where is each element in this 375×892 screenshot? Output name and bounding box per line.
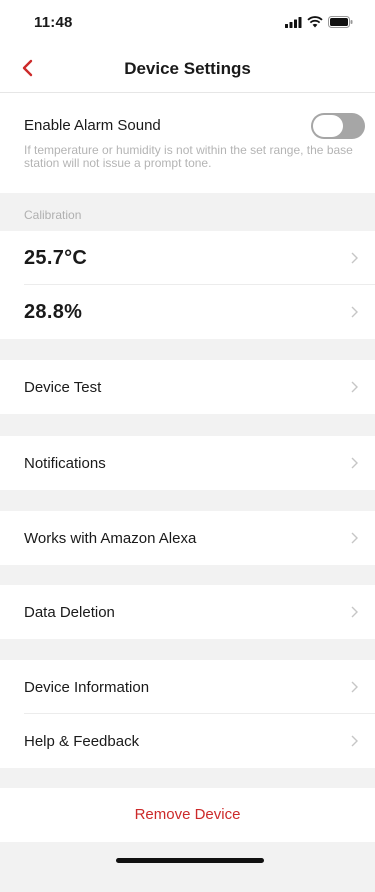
- chevron-right-icon: [351, 532, 358, 544]
- chevron-right-icon: [351, 681, 358, 693]
- chevron-right-icon: [351, 252, 358, 264]
- toggle-knob: [313, 115, 343, 137]
- alarm-sound-row: Enable Alarm Sound If temperature or hum…: [0, 93, 375, 193]
- battery-icon: [328, 16, 353, 28]
- data-deletion-label: Data Deletion: [24, 604, 115, 621]
- home-indicator: [116, 858, 264, 863]
- status-bar: 11:48: [0, 0, 375, 44]
- status-time: 11:48: [34, 14, 73, 31]
- humidity-value: 28.8%: [24, 301, 83, 323]
- device-test-label: Device Test: [24, 379, 102, 396]
- wifi-icon: [307, 16, 323, 28]
- device-information-label: Device Information: [24, 679, 150, 696]
- temperature-calibration-row[interactable]: 25.7°C: [0, 231, 375, 285]
- menu-item-alexa[interactable]: Works with Amazon Alexa: [0, 511, 375, 565]
- temperature-value: 25.7°C: [24, 247, 88, 269]
- humidity-calibration-row[interactable]: 28.8%: [0, 285, 375, 339]
- menu-item-data-deletion[interactable]: Data Deletion: [0, 585, 375, 639]
- calibration-section-label: Calibration: [24, 208, 82, 222]
- chevron-right-icon: [351, 606, 358, 618]
- chevron-right-icon: [351, 735, 358, 747]
- alarm-sound-toggle[interactable]: [311, 113, 365, 139]
- chevron-right-icon: [351, 381, 358, 393]
- chevron-right-icon: [351, 306, 358, 318]
- page-title: Device Settings: [124, 59, 251, 78]
- remove-device-label: Remove Device: [134, 806, 241, 823]
- alexa-label: Works with Amazon Alexa: [24, 530, 197, 547]
- help-feedback-label: Help & Feedback: [24, 733, 140, 750]
- remove-device-button[interactable]: Remove Device: [0, 788, 375, 842]
- nav-bar: Device Settings: [0, 44, 375, 93]
- menu-item-device-test[interactable]: Device Test: [0, 360, 375, 414]
- alarm-sound-description: If temperature or humidity is not within…: [24, 143, 353, 170]
- menu-item-help-feedback[interactable]: Help & Feedback: [0, 714, 375, 768]
- menu-item-notifications[interactable]: Notifications: [0, 436, 375, 490]
- alarm-sound-label: Enable Alarm Sound: [24, 117, 161, 134]
- signal-icon: [285, 16, 302, 28]
- chevron-right-icon: [351, 457, 358, 469]
- notifications-label: Notifications: [24, 455, 106, 472]
- status-icons: [285, 16, 353, 28]
- menu-item-device-information[interactable]: Device Information: [0, 660, 375, 714]
